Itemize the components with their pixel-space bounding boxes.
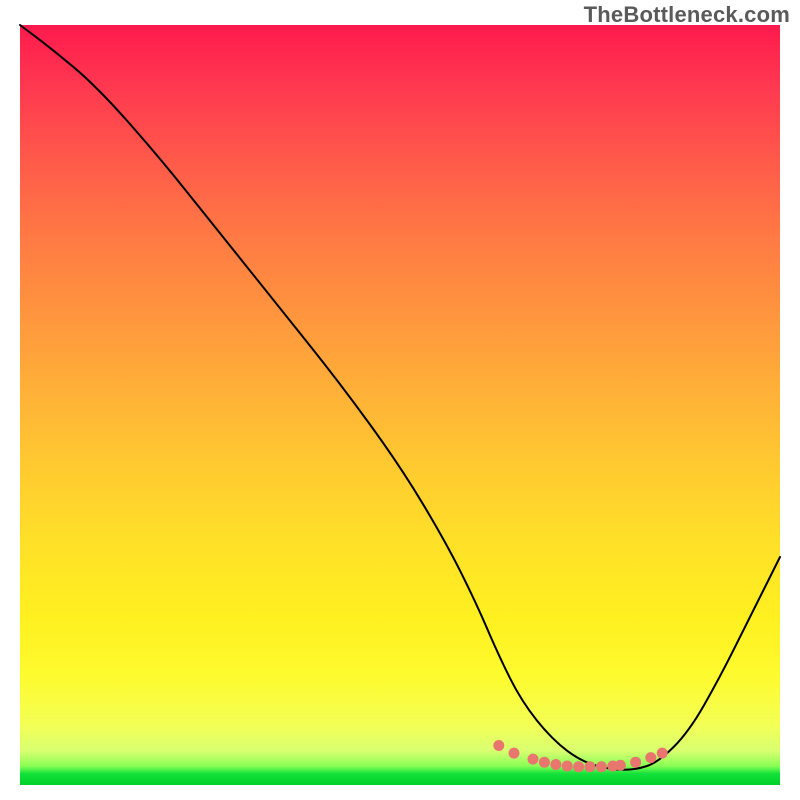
- marker-dot: [630, 757, 641, 768]
- marker-dot: [528, 754, 539, 765]
- marker-dot: [562, 761, 573, 772]
- marker-dot: [615, 760, 626, 771]
- marker-dot: [550, 759, 561, 770]
- watermark-label: TheBottleneck.com: [584, 2, 790, 28]
- chart-container: TheBottleneck.com: [0, 0, 800, 800]
- marker-dot: [645, 752, 656, 763]
- chart-svg: [20, 25, 780, 785]
- marker-dot: [585, 761, 596, 772]
- marker-dot: [493, 740, 504, 751]
- marker-dot: [573, 761, 584, 772]
- marker-dot: [657, 748, 668, 759]
- chart-plot-area: [20, 25, 780, 785]
- curve-line: [20, 25, 780, 770]
- marker-dot: [539, 757, 550, 768]
- marker-dot: [509, 748, 520, 759]
- marker-dot: [596, 761, 607, 772]
